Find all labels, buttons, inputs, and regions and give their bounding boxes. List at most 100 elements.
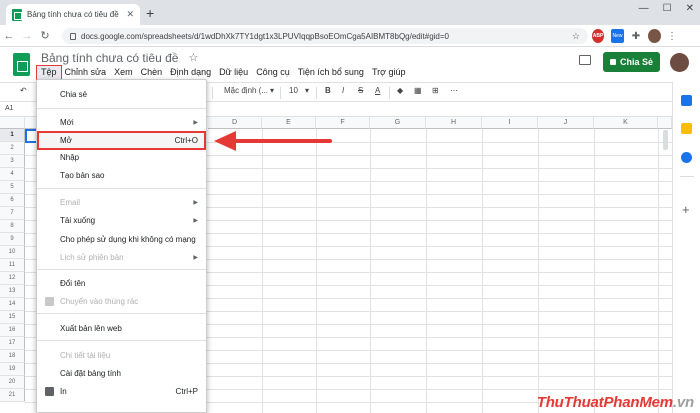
menu-item-new[interactable]: Mới ▶ xyxy=(37,114,206,130)
italic-button[interactable]: I xyxy=(342,86,344,95)
row-header[interactable]: 13 xyxy=(0,285,25,298)
sheets-logo-icon[interactable] xyxy=(13,53,30,76)
browser-tab-strip: Bảng tính chưa có tiêu đề - Goog ✕ + — ☐… xyxy=(0,0,700,25)
calendar-icon[interactable] xyxy=(681,95,692,106)
toolbar-separator xyxy=(212,87,213,99)
row-header[interactable]: 8 xyxy=(0,220,25,233)
address-bar[interactable]: docs.google.com/spreadsheets/d/1wdDhXk7T… xyxy=(62,28,588,44)
menu-item-shortcut: Ctrl+O xyxy=(174,136,198,145)
select-all-corner[interactable] xyxy=(0,117,25,129)
browser-menu-icon[interactable]: ⋮ xyxy=(667,29,677,43)
maximize-icon[interactable]: ☐ xyxy=(663,3,672,14)
column-header[interactable]: G xyxy=(370,117,426,129)
row-header[interactable]: 20 xyxy=(0,376,25,389)
menu-tools[interactable]: Công cụ xyxy=(252,66,294,79)
text-color-button[interactable]: A xyxy=(375,86,380,95)
menu-item-settings[interactable]: Cài đặt bảng tính xyxy=(37,365,206,381)
menu-file[interactable]: Tệp xyxy=(36,65,62,80)
menu-item-email[interactable]: Email ▶ xyxy=(37,194,206,210)
fill-color-icon[interactable]: ◆ xyxy=(397,86,403,95)
menu-item-print[interactable]: In Ctrl+P xyxy=(37,383,206,399)
row-header[interactable]: 17 xyxy=(0,337,25,350)
star-icon[interactable]: ☆ xyxy=(188,51,198,65)
column-header[interactable]: J xyxy=(538,117,594,129)
column-header[interactable]: I xyxy=(482,117,538,129)
row-header[interactable]: 15 xyxy=(0,311,25,324)
font-dropdown[interactable]: Mặc định (... xyxy=(224,86,268,95)
column-header[interactable] xyxy=(658,117,672,129)
row-header[interactable]: 12 xyxy=(0,272,25,285)
vertical-scrollbar[interactable] xyxy=(663,130,668,150)
row-header[interactable]: 5 xyxy=(0,181,25,194)
menu-item-offline[interactable]: Cho phép sử dụng khi không có mạng xyxy=(37,231,206,247)
row-header[interactable]: 18 xyxy=(0,350,25,363)
comment-history-icon[interactable] xyxy=(579,55,591,65)
browser-tab-title: Bảng tính chưa có tiêu đề - Goog xyxy=(27,10,121,19)
extensions-puzzle-icon[interactable]: ✚ xyxy=(630,29,642,43)
doc-title[interactable]: Bảng tính chưa có tiêu đề xyxy=(41,51,178,65)
row-header[interactable]: 11 xyxy=(0,259,25,272)
close-tab-icon[interactable]: ✕ xyxy=(126,9,134,20)
back-icon[interactable]: ← xyxy=(0,30,18,42)
tasks-icon[interactable] xyxy=(681,152,692,163)
row-header[interactable]: 1 xyxy=(0,129,25,142)
row-header[interactable]: 14 xyxy=(0,298,25,311)
account-avatar[interactable] xyxy=(670,53,689,72)
menu-item-open[interactable]: Mở Ctrl+O xyxy=(37,131,206,150)
bold-button[interactable]: B xyxy=(325,86,331,95)
row-header[interactable]: 16 xyxy=(0,324,25,337)
font-size-dropdown[interactable]: 10 xyxy=(289,86,298,95)
menu-help[interactable]: Trợ giúp xyxy=(368,66,410,79)
menu-item-doc-details[interactable]: Chi tiết tài liệu xyxy=(37,347,206,363)
menu-item-version-history[interactable]: Lịch sử phiên bản ▶ xyxy=(37,249,206,265)
browser-tab[interactable]: Bảng tính chưa có tiêu đề - Goog ✕ xyxy=(6,4,140,25)
row-header[interactable]: 2 xyxy=(0,142,25,155)
bookmark-star-icon[interactable]: ☆ xyxy=(572,31,580,42)
column-header[interactable]: H xyxy=(426,117,482,129)
close-window-icon[interactable]: ✕ xyxy=(686,3,694,14)
row-header[interactable]: 4 xyxy=(0,168,25,181)
name-box[interactable]: A1 xyxy=(5,105,14,112)
merge-cells-icon[interactable]: ⊞ xyxy=(432,86,439,95)
row-header[interactable]: 10 xyxy=(0,246,25,259)
column-header[interactable]: F xyxy=(316,117,370,129)
menu-item-move-to-trash[interactable]: Chuyển vào thùng rác xyxy=(37,293,206,309)
menu-view[interactable]: Xem xyxy=(110,66,137,79)
strikethrough-button[interactable]: S xyxy=(358,86,363,95)
forward-icon[interactable]: → xyxy=(18,30,36,42)
keep-icon[interactable] xyxy=(681,123,692,134)
menu-item-publish[interactable]: Xuất bản lên web xyxy=(37,320,206,336)
menu-data[interactable]: Dữ liệu xyxy=(215,66,252,79)
new-tab-icon[interactable]: + xyxy=(146,5,154,21)
row-header[interactable]: 9 xyxy=(0,233,25,246)
chevron-down-icon: ▾ xyxy=(270,86,275,95)
menu-edit[interactable]: Chỉnh sửa xyxy=(61,66,111,79)
row-header[interactable]: 7 xyxy=(0,207,25,220)
reload-icon[interactable]: ↻ xyxy=(36,29,54,42)
menu-item-download[interactable]: Tải xuống ▶ xyxy=(37,212,206,228)
add-addon-icon[interactable]: + xyxy=(682,202,690,217)
new-extension-icon[interactable]: New xyxy=(611,29,624,43)
menu-insert[interactable]: Chèn xyxy=(137,66,167,79)
grid-line xyxy=(426,129,427,413)
minimize-icon[interactable]: — xyxy=(639,3,649,14)
menu-addons[interactable]: Tiện ích bổ sung xyxy=(294,66,368,79)
borders-icon[interactable]: ▦ xyxy=(414,86,422,95)
adblock-extension-icon[interactable]: ABP xyxy=(592,29,604,43)
column-header[interactable]: E xyxy=(262,117,316,129)
menu-item-share[interactable]: Chia sẻ xyxy=(37,86,206,102)
menu-item-import[interactable]: Nhập xyxy=(37,149,206,165)
share-button[interactable]: Chia Sẻ xyxy=(603,52,660,72)
more-options-icon[interactable]: ⋯ xyxy=(450,86,458,95)
row-header[interactable]: 19 xyxy=(0,363,25,376)
profile-avatar[interactable] xyxy=(648,29,661,43)
row-header[interactable]: 21 xyxy=(0,389,25,402)
row-header[interactable]: 3 xyxy=(0,155,25,168)
menu-item-rename[interactable]: Đổi tên xyxy=(37,275,206,291)
column-header[interactable]: K xyxy=(594,117,658,129)
column-header[interactable]: D xyxy=(208,117,262,129)
menu-item-make-copy[interactable]: Tạo bản sao xyxy=(37,167,206,183)
row-header[interactable]: 6 xyxy=(0,194,25,207)
undo-icon[interactable]: ↶ xyxy=(20,86,27,95)
menu-format[interactable]: Định dạng xyxy=(166,66,215,79)
